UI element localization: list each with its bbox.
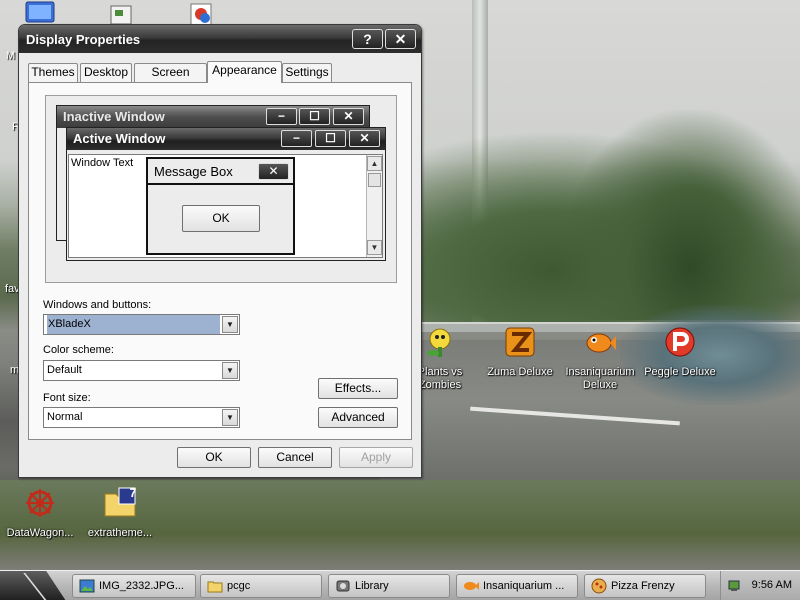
folder-icon: [207, 581, 223, 593]
library-icon: [336, 580, 350, 592]
help-button[interactable]: ?: [352, 29, 383, 49]
taskbar-item-image[interactable]: IMG_2332.JPG...: [72, 574, 196, 598]
scroll-down-icon: ▼: [367, 240, 382, 255]
taskbar-item-insaniquarium-label: Insaniquarium ...: [483, 580, 565, 592]
peggle-deluxe-icon: [665, 327, 695, 357]
preview-message-box: Message Box ✕ OK: [146, 157, 295, 255]
preview-active-close-icon: ✕: [349, 130, 380, 147]
preview-message-box-titlebar: Message Box ✕: [148, 159, 293, 185]
image-file-icon: [79, 579, 95, 593]
preview-inactive-minimize-icon: −: [266, 108, 297, 125]
wallpaper-trees-right: [560, 110, 800, 320]
taskbar-item-pcgc[interactable]: pcgc: [200, 574, 322, 598]
chevron-down-icon[interactable]: ▼: [222, 316, 238, 333]
taskbar-item-library-label: Library: [355, 580, 389, 592]
preview-active-minimize-icon: −: [281, 130, 312, 147]
taskbar-item-library[interactable]: Library: [328, 574, 450, 598]
font-size-select[interactable]: Normal ▼: [43, 407, 240, 428]
preview-message-box-title: Message Box: [154, 164, 233, 179]
tab-appearance[interactable]: Appearance: [207, 61, 282, 83]
fish-icon: [464, 582, 479, 590]
display-properties-dialog: Display Properties ? ✕ Themes Desktop Sc…: [18, 24, 422, 478]
color-scheme-select[interactable]: Default ▼: [43, 360, 240, 381]
taskbar-item-pcgc-label: pcgc: [227, 580, 251, 592]
preview-active-titlebar: Active Window − ☐ ✕: [67, 128, 385, 150]
taskbar: IMG_2332.JPG... pcgc Library Insaniquari…: [0, 570, 800, 600]
datawagon-label: DataWagon...: [6, 527, 74, 539]
windows-and-buttons-label: Windows and buttons:: [43, 299, 152, 311]
zuma-deluxe-icon: [505, 327, 535, 357]
desktop-icon-datawagon[interactable]: DataWagon...: [0, 486, 80, 540]
taskbar-item-pizza-frenzy[interactable]: Pizza Frenzy: [584, 574, 706, 598]
tab-settings[interactable]: Settings: [282, 63, 332, 82]
window-title: Display Properties: [26, 32, 141, 47]
plants-vs-zombies-icon: [427, 328, 451, 357]
chevron-down-icon[interactable]: ▼: [222, 409, 238, 426]
datawagon-icon: [26, 489, 54, 517]
preview-message-box-close-icon: ✕: [258, 163, 289, 180]
preview-message-box-ok: OK: [182, 205, 260, 232]
apply-button[interactable]: Apply: [339, 447, 413, 468]
clock[interactable]: 9:56 AM: [752, 579, 792, 591]
insaniquarium-label-1: Insaniquarium: [565, 366, 635, 378]
font-size-label: Font size:: [43, 392, 91, 404]
edge-label-a: M: [6, 50, 16, 62]
tab-themes[interactable]: Themes: [28, 63, 78, 82]
desktop-icon-insaniquarium[interactable]: Insaniquarium Deluxe: [560, 325, 640, 392]
color-scheme-value: Default: [47, 364, 82, 376]
chevron-down-icon[interactable]: ▼: [222, 362, 238, 379]
appearance-preview: Inactive Window − ☐ ✕ Active Window − ☐ …: [45, 95, 397, 283]
preview-active-maximize-icon: ☐: [315, 130, 346, 147]
zuma-deluxe-label: Zuma Deluxe: [487, 366, 553, 378]
desktop-icon-peggle-deluxe[interactable]: Peggle Deluxe: [640, 325, 720, 379]
preview-inactive-maximize-icon: ☐: [299, 108, 330, 125]
scroll-up-icon: ▲: [367, 156, 382, 171]
advanced-button[interactable]: Advanced: [318, 407, 398, 428]
preview-scrollbar: ▲ ▼: [366, 155, 382, 257]
scroll-thumb: [368, 173, 381, 187]
insaniquarium-label-2: Deluxe: [582, 379, 618, 391]
desktop-icon-zuma-deluxe[interactable]: Zuma Deluxe: [480, 325, 560, 379]
color-scheme-label: Color scheme:: [43, 344, 114, 356]
preview-inactive-close-icon: ✕: [333, 108, 364, 125]
tab-screen-saver[interactable]: Screen Saver: [134, 63, 207, 96]
ok-button[interactable]: OK: [177, 447, 251, 468]
taskbar-item-image-label: IMG_2332.JPG...: [99, 580, 184, 592]
taskbar-item-pizza-frenzy-label: Pizza Frenzy: [611, 580, 675, 592]
windows-and-buttons-value: XBladeX: [47, 315, 220, 334]
tab-desktop[interactable]: Desktop: [80, 63, 132, 82]
peggle-deluxe-label: Peggle Deluxe: [644, 366, 716, 378]
pizza-icon: [591, 578, 607, 594]
desktop-icon-extrathemes[interactable]: 7 extratheme...: [80, 486, 160, 540]
preview-active-title: Active Window: [73, 131, 166, 146]
preview-inactive-titlebar: Inactive Window − ☐ ✕: [57, 106, 369, 128]
extrathemes-label: extratheme...: [87, 527, 153, 539]
cancel-button[interactable]: Cancel: [258, 447, 332, 468]
title-bar[interactable]: Display Properties ? ✕: [19, 25, 421, 53]
font-size-value: Normal: [47, 411, 83, 423]
windows-and-buttons-select[interactable]: XBladeX ▼: [43, 314, 240, 335]
system-tray: 9:56 AM: [720, 571, 800, 600]
taskbar-item-insaniquarium[interactable]: Insaniquarium ...: [456, 574, 578, 598]
effects-button[interactable]: Effects...: [318, 378, 398, 399]
appearance-panel: Inactive Window − ☐ ✕ Active Window − ☐ …: [28, 82, 412, 440]
preview-window-text: Window Text: [71, 157, 134, 169]
close-button[interactable]: ✕: [385, 29, 416, 49]
preview-inactive-title: Inactive Window: [63, 109, 165, 124]
extrathemes-badge: 7: [129, 486, 137, 500]
insaniquarium-icon: [586, 333, 616, 353]
network-tray-icon[interactable]: [727, 578, 743, 594]
